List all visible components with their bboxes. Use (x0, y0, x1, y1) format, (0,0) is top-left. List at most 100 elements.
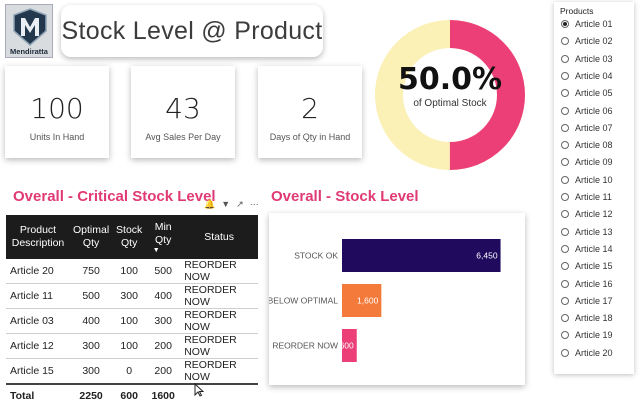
cell-optimal-qty: 500 (70, 283, 113, 309)
slicer-item-label: Article 11 (575, 192, 612, 202)
radio-button-icon[interactable] (561, 54, 569, 63)
radio-button-icon[interactable] (561, 331, 569, 340)
slicer-item[interactable]: Article 16 (561, 277, 613, 291)
slicer-item[interactable]: Article 12 (561, 207, 613, 221)
radio-button-icon[interactable] (561, 210, 569, 219)
column-header-optimal-qty[interactable]: Optimal Qty (70, 215, 113, 259)
mouse-cursor-icon (194, 383, 204, 397)
slicer-item[interactable]: Article 09 (561, 155, 613, 169)
table-row[interactable]: Article 12 300 100 200 REORDER NOW (6, 333, 258, 359)
cell-total-stock: 600 (112, 383, 147, 400)
cell-min-qty: 500 (146, 259, 181, 284)
slicer-item-label: Article 20 (575, 347, 613, 358)
stock-level-bar-chart[interactable]: STOCK OK 6,450 BELOW OPTIMAL 1,600 REORDER N… (268, 213, 525, 385)
stock-level-chart-card: STOCK OK 6,450 BELOW OPTIMAL 1,600 REORDER N… (268, 213, 525, 385)
bell-icon[interactable]: 🔔 (204, 199, 215, 210)
slicer-item-label: Article 01 (575, 19, 613, 29)
radio-button-icon[interactable] (561, 244, 569, 253)
cell-product: Article 20 (6, 259, 70, 284)
slicer-item-label: Article 09 (575, 157, 613, 168)
radio-button-icon[interactable] (561, 158, 569, 167)
slicer-item[interactable]: Article 13 (561, 225, 613, 239)
slicer-item[interactable]: Article 03 (561, 52, 613, 66)
cell-product: Article 12 (6, 333, 70, 359)
cell-status: REORDER NOW (180, 333, 258, 359)
cell-status: REORDER NOW (180, 283, 258, 309)
cell-stock-qty: 100 (112, 259, 147, 284)
table-row[interactable]: Article 11 500 300 400 REORDER NOW (6, 283, 258, 309)
slicer-item[interactable]: Article 14 (561, 242, 613, 256)
slicer-item[interactable]: Article 17 (561, 294, 613, 308)
slicer-item[interactable]: Article 05 (561, 86, 613, 100)
radio-button-icon[interactable] (561, 141, 569, 150)
filter-icon[interactable]: ▼ (221, 199, 230, 210)
cell-product: Article 11 (6, 283, 70, 309)
table-row[interactable]: Article 03 400 100 300 REORDER NOW (6, 308, 258, 334)
table-row[interactable]: Article 15 300 0 200 REORDER NOW (6, 358, 258, 385)
donut-label: of Optimal Stock (413, 98, 487, 109)
products-slicer: Products Article 01 Article 02 Article 03 A… (554, 2, 634, 374)
slicer-item[interactable]: Article 06 (561, 104, 613, 118)
column-header-status[interactable]: Status (180, 215, 258, 259)
cell-optimal-qty: 750 (70, 259, 113, 284)
slicer-item[interactable]: Article 10 (561, 173, 613, 187)
table-row[interactable]: Article 20 750 100 500 REORDER NOW (6, 259, 258, 284)
slicer-item[interactable]: Article 20 (561, 346, 613, 360)
column-header-min-qty[interactable]: Min Qty ▼ (146, 215, 181, 259)
radio-button-icon[interactable] (561, 106, 569, 115)
radio-button-icon[interactable] (561, 175, 569, 184)
radio-button-icon[interactable] (561, 71, 569, 80)
slicer-item-label: Article 15 (575, 261, 613, 272)
kpi-label: Days of Qty in Hand (269, 132, 351, 142)
bar-data-label: 1,600 (357, 296, 379, 306)
slicer-item-label: Article 04 (575, 70, 613, 81)
slicer-item[interactable]: Article 08 (561, 138, 613, 152)
radio-button-icon[interactable] (561, 89, 569, 98)
donut-value: 50.0% (397, 62, 503, 97)
kpi-label: Avg Sales Per Day (145, 132, 221, 142)
slicer-item[interactable]: Article 07 (561, 121, 613, 135)
radio-button-icon[interactable] (561, 193, 569, 201)
slicer-item[interactable]: Article 15 (561, 259, 613, 273)
radio-button-icon[interactable] (561, 227, 569, 236)
shield-m-icon (13, 8, 47, 46)
radio-button-icon[interactable] (561, 37, 569, 46)
radio-button-icon[interactable] (561, 279, 569, 288)
critical-stock-table: Product Description Optimal Qty Stock Qt… (6, 215, 258, 400)
slicer-item[interactable]: Article 11 (561, 190, 612, 204)
bar-category-label: BELOW OPTIMAL (269, 296, 338, 306)
cell-product: Article 15 (6, 358, 70, 385)
slicer-item-label: Article 08 (575, 140, 613, 151)
slicer-item[interactable]: Article 02 (561, 34, 613, 48)
kpi-value: 2 (301, 92, 319, 125)
cell-total-status (180, 383, 258, 400)
bar-category-label: REORDER NOW (272, 341, 338, 351)
column-header-product[interactable]: Product Description (6, 215, 70, 259)
table-header-row: Product Description Optimal Qty Stock Qt… (6, 215, 258, 259)
slicer-item-label: Article 19 (575, 330, 613, 341)
slicer-item[interactable]: Article 18 (561, 311, 613, 325)
radio-button-icon[interactable] (561, 262, 569, 271)
slicer-item-label: Article 02 (575, 36, 613, 47)
cell-min-qty: 200 (146, 358, 181, 385)
more-options-icon[interactable]: ⋯ (250, 199, 259, 210)
radio-button-icon[interactable] (561, 123, 569, 132)
brand-logo: Mendiratta (5, 4, 53, 58)
cell-status: REORDER NOW (180, 358, 258, 385)
slicer-item[interactable]: Article 19 (561, 328, 613, 342)
radio-button-icon[interactable] (561, 314, 569, 323)
cell-stock-qty: 100 (112, 308, 147, 334)
focus-mode-icon[interactable]: ↗ (236, 199, 244, 210)
brand-name: Mendiratta (10, 47, 48, 56)
slicer-item[interactable]: Article 04 (561, 69, 613, 83)
visual-toolbar: 🔔 ▼ ↗ ⋯ (204, 199, 259, 210)
radio-button-icon[interactable] (561, 296, 569, 305)
kpi-value: 100 (30, 92, 84, 125)
kpi-value: 43 (165, 92, 201, 125)
slicer-item-label: Article 03 (575, 53, 613, 64)
radio-button-icon[interactable] (561, 20, 569, 28)
slicer-item-label: Article 13 (575, 226, 613, 237)
slicer-item[interactable]: Article 01 (561, 17, 613, 31)
radio-button-icon[interactable] (561, 348, 569, 357)
page-title-card: Stock Level @ Product (61, 5, 323, 57)
